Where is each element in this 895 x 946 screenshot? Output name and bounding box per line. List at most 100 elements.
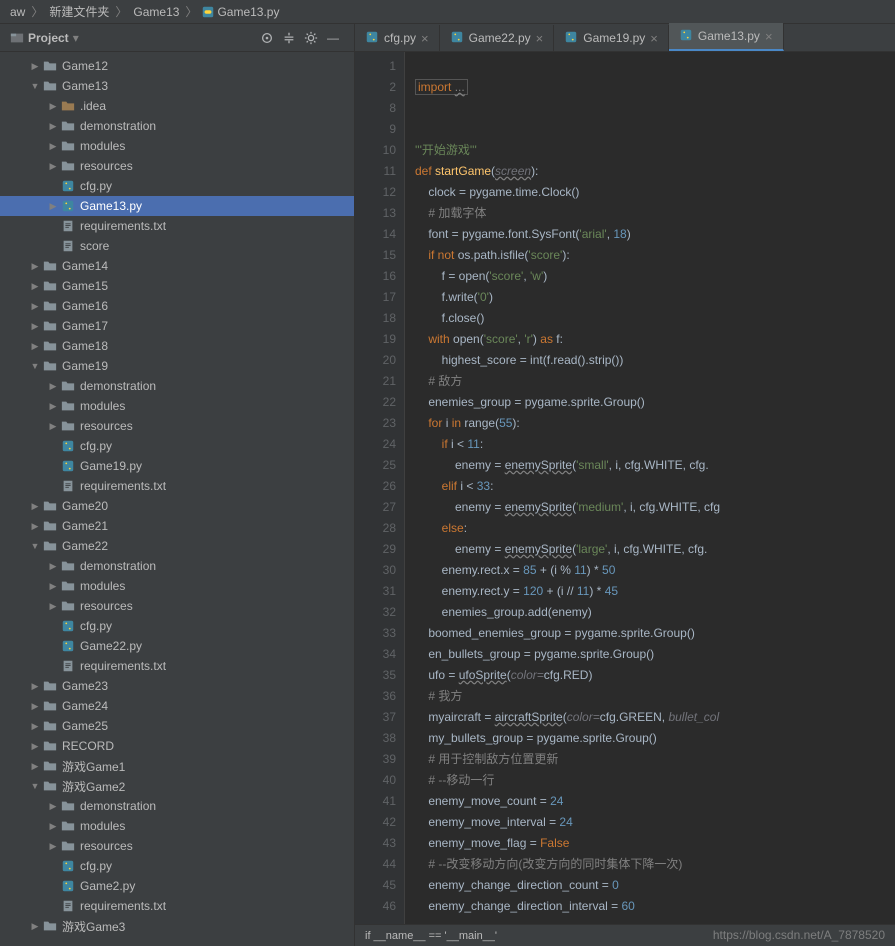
code-line[interactable]: boomed_enemies_group = pygame.sprite.Gro… xyxy=(415,623,895,644)
code-line[interactable]: my_bullets_group = pygame.sprite.Group() xyxy=(415,728,895,749)
tree-node[interactable]: modules xyxy=(0,576,354,596)
dropdown-icon[interactable]: ▾ xyxy=(73,31,79,45)
editor-tab[interactable]: Game13.py× xyxy=(669,23,784,51)
expand-arrow-icon[interactable] xyxy=(46,161,60,172)
expand-arrow-icon[interactable] xyxy=(46,841,60,852)
code-line[interactable]: font = pygame.font.SysFont('arial', 18) xyxy=(415,224,895,245)
code-line[interactable]: enemy.rect.y = 120 + (i // 11) * 45 xyxy=(415,581,895,602)
tree-node[interactable]: Game23 xyxy=(0,676,354,696)
tree-node[interactable]: resources xyxy=(0,596,354,616)
tree-node[interactable]: cfg.py xyxy=(0,436,354,456)
expand-arrow-icon[interactable] xyxy=(28,281,42,292)
tree-node[interactable]: 游戏Game1 xyxy=(0,756,354,776)
tree-node[interactable]: Game13.py xyxy=(0,196,354,216)
expand-arrow-icon[interactable] xyxy=(28,541,42,551)
tree-node[interactable]: Game12 xyxy=(0,56,354,76)
expand-arrow-icon[interactable] xyxy=(46,801,60,812)
tree-node[interactable]: cfg.py xyxy=(0,616,354,636)
code-line[interactable]: enemy.rect.x = 85 + (i % 11) * 50 xyxy=(415,560,895,581)
crumb-item[interactable]: Game13.py xyxy=(215,5,281,19)
code-line[interactable]: f.close() xyxy=(415,308,895,329)
tree-node[interactable]: Game20 xyxy=(0,496,354,516)
tree-node[interactable]: demonstration xyxy=(0,376,354,396)
code-line[interactable]: enemy_move_flag = False xyxy=(415,833,895,854)
code-line[interactable]: enemies_group = pygame.sprite.Group() xyxy=(415,392,895,413)
code-line[interactable] xyxy=(415,119,895,140)
expand-arrow-icon[interactable] xyxy=(28,781,42,791)
code-line[interactable]: # --移动一行 xyxy=(415,770,895,791)
tree-node[interactable]: demonstration xyxy=(0,116,354,136)
editor-tab[interactable]: cfg.py× xyxy=(355,25,440,51)
tree-node[interactable]: cfg.py xyxy=(0,856,354,876)
code-line[interactable]: enemy_move_interval = 24 xyxy=(415,812,895,833)
expand-arrow-icon[interactable] xyxy=(46,381,60,392)
editor-tab[interactable]: Game19.py× xyxy=(554,25,669,51)
expand-arrow-icon[interactable] xyxy=(46,121,60,132)
expand-arrow-icon[interactable] xyxy=(46,421,60,432)
code-line[interactable]: enemy_change_direction_count = 0 xyxy=(415,875,895,896)
code-line[interactable]: '''开始游戏''' xyxy=(415,140,895,161)
tree-node[interactable]: score xyxy=(0,236,354,256)
code-line[interactable]: myaircraft = aircraftSprite(color=cfg.GR… xyxy=(415,707,895,728)
code-line[interactable]: enemies_group.add(enemy) xyxy=(415,602,895,623)
expand-arrow-icon[interactable] xyxy=(46,141,60,152)
tree-node[interactable]: Game22 xyxy=(0,536,354,556)
tree-node[interactable]: resources xyxy=(0,836,354,856)
tree-node[interactable]: 游戏Game3 xyxy=(0,916,354,936)
tree-node[interactable]: requirements.txt xyxy=(0,216,354,236)
tree-node[interactable]: requirements.txt xyxy=(0,656,354,676)
code-line[interactable]: # 用于控制敌方位置更新 xyxy=(415,749,895,770)
expand-arrow-icon[interactable] xyxy=(28,681,42,692)
code-editor[interactable]: 1289101112131415161718192021222324252627… xyxy=(355,52,895,924)
expand-arrow-icon[interactable] xyxy=(46,401,60,412)
expand-arrow-icon[interactable] xyxy=(28,741,42,752)
tree-node[interactable]: Game17 xyxy=(0,316,354,336)
close-icon[interactable]: × xyxy=(765,29,773,44)
tree-node[interactable]: cfg.py xyxy=(0,176,354,196)
code-line[interactable]: enemy = enemySprite('small', i, cfg.WHIT… xyxy=(415,455,895,476)
expand-arrow-icon[interactable] xyxy=(28,701,42,712)
code-line[interactable]: en_bullets_group = pygame.sprite.Group() xyxy=(415,644,895,665)
expand-arrow-icon[interactable] xyxy=(28,361,42,371)
tree-node[interactable]: .idea xyxy=(0,96,354,116)
editor-tab[interactable]: Game22.py× xyxy=(440,25,555,51)
expand-arrow-icon[interactable] xyxy=(46,101,60,112)
code-line[interactable]: enemy_change_direction_interval = 60 xyxy=(415,896,895,917)
code-line[interactable]: if i < 11: xyxy=(415,434,895,455)
expand-arrow-icon[interactable] xyxy=(28,761,42,772)
expand-arrow-icon[interactable] xyxy=(28,341,42,352)
tree-node[interactable]: modules xyxy=(0,136,354,156)
code-line[interactable]: enemy = enemySprite('large', i, cfg.WHIT… xyxy=(415,539,895,560)
tree-node[interactable]: Game15 xyxy=(0,276,354,296)
expand-arrow-icon[interactable] xyxy=(46,821,60,832)
tree-node[interactable]: Game25 xyxy=(0,716,354,736)
expand-arrow-icon[interactable] xyxy=(28,721,42,732)
code-line[interactable]: # 敌方 xyxy=(415,371,895,392)
expand-arrow-icon[interactable] xyxy=(28,501,42,512)
expand-arrow-icon[interactable] xyxy=(28,261,42,272)
project-tree[interactable]: Game12Game13.ideademonstrationmodulesres… xyxy=(0,52,354,946)
code-line[interactable]: enemy_move_count = 24 xyxy=(415,791,895,812)
tree-node[interactable]: Game16 xyxy=(0,296,354,316)
expand-arrow-icon[interactable] xyxy=(46,561,60,572)
collapse-icon[interactable] xyxy=(278,27,300,49)
expand-arrow-icon[interactable] xyxy=(28,301,42,312)
close-icon[interactable]: × xyxy=(421,31,429,46)
code-line[interactable]: # 加载字体 xyxy=(415,203,895,224)
tree-node[interactable]: RECORD xyxy=(0,736,354,756)
code-line[interactable]: f = open('score', 'w') xyxy=(415,266,895,287)
tree-node[interactable]: Game14 xyxy=(0,256,354,276)
code-line[interactable]: else: xyxy=(415,518,895,539)
expand-arrow-icon[interactable] xyxy=(28,921,42,932)
minimize-icon[interactable]: — xyxy=(322,27,344,49)
expand-arrow-icon[interactable] xyxy=(46,201,60,212)
tree-node[interactable]: demonstration xyxy=(0,796,354,816)
code-line[interactable]: for i in range(55): xyxy=(415,413,895,434)
crumb-item[interactable]: Game13 xyxy=(131,5,181,19)
tree-node[interactable]: Game22.py xyxy=(0,636,354,656)
tree-node[interactable]: Game19 xyxy=(0,356,354,376)
crumb-item[interactable]: aw xyxy=(8,5,27,19)
tree-node[interactable]: Game2.py xyxy=(0,876,354,896)
target-icon[interactable] xyxy=(256,27,278,49)
code-line[interactable] xyxy=(415,98,895,119)
